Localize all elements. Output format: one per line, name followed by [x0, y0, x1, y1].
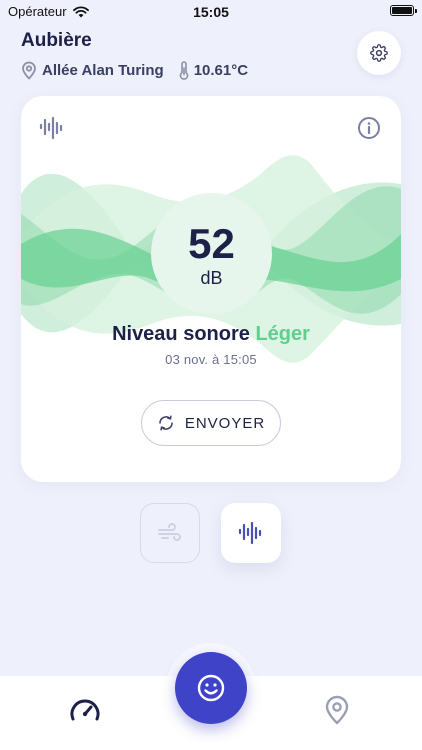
street-name: Allée Alan Turing: [42, 62, 164, 79]
city-name: Aubière: [21, 30, 92, 51]
clock: 15:05: [193, 4, 229, 20]
sound-wave-icon: [39, 116, 63, 140]
gear-icon: [370, 44, 388, 62]
noise-level-value: Léger: [255, 323, 310, 345]
location-row: Allée Alan Turing 10.61°C: [21, 61, 248, 80]
wind-mode-button[interactable]: [140, 503, 200, 563]
refresh-icon: [159, 415, 173, 431]
noise-level-title: Niveau sonore Léger: [21, 323, 401, 346]
smiley-icon: [197, 674, 225, 702]
sound-wave-icon: [238, 521, 262, 545]
status-bar: Opérateur 15:05: [0, 0, 422, 24]
feedback-fab-button[interactable]: [175, 652, 247, 724]
decibel-unit: dB: [200, 268, 223, 288]
decibel-display: 52 dB: [151, 193, 272, 314]
decibel-value: 52: [188, 220, 235, 267]
location-header: Aubière Allée Alan Turing 10.61°C: [21, 30, 248, 80]
info-icon[interactable]: [357, 116, 381, 140]
wind-icon: [158, 523, 181, 541]
temperature-value: 10.61°C: [193, 62, 249, 79]
thermometer-icon: [179, 61, 189, 80]
send-button[interactable]: ENVOYER: [141, 400, 281, 446]
noise-level-card: 52 dB Niveau sonore Léger 03 nov. à 15:0…: [21, 96, 401, 482]
measurement-timestamp: 03 nov. à 15:05: [165, 352, 257, 367]
settings-button[interactable]: [357, 31, 401, 75]
location-pin-icon: [22, 61, 36, 80]
location-pin-icon[interactable]: [324, 695, 350, 725]
send-button-label: ENVOYER: [184, 414, 266, 432]
noise-level-label: Niveau sonore: [112, 323, 250, 345]
sound-mode-button[interactable]: [221, 503, 281, 563]
gauge-icon[interactable]: [69, 697, 101, 723]
battery-icon: [390, 5, 417, 16]
